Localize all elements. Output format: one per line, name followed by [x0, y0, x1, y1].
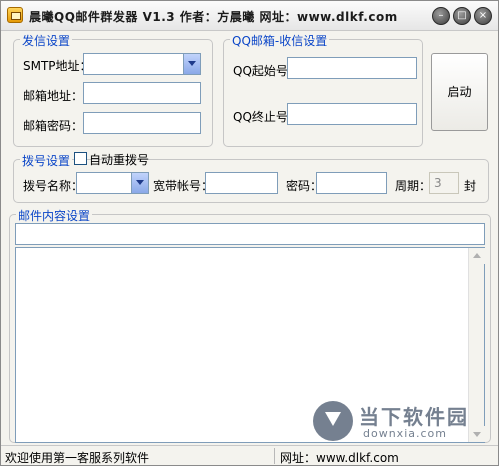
scroll-up-arrow-icon[interactable] [469, 248, 485, 264]
close-button[interactable]: × [474, 7, 492, 25]
watermark-url: downxia.com [363, 427, 447, 440]
email-password-field[interactable] [83, 112, 201, 134]
period-label: 周期： [395, 179, 432, 193]
title-bar[interactable]: 晨曦QQ邮件群发器 V1.3 作者：方晨曦 网址：www.dlkf.com – … [1, 1, 498, 31]
window-title: 晨曦QQ邮件群发器 V1.3 作者：方晨曦 网址：www.dlkf.com [29, 10, 398, 24]
qq-start-field[interactable] [287, 57, 417, 79]
watermark: 当下软件园 downxia.com [313, 399, 493, 445]
dial-name-label: 拨号名称： [23, 179, 84, 193]
smtp-label: SMTP地址： [23, 59, 92, 73]
period-field[interactable]: 3 [429, 172, 459, 194]
download-arrow-icon [313, 401, 353, 441]
auto-redial-checkbox[interactable] [74, 152, 87, 165]
send-settings-legend: 发信设置 [20, 32, 73, 49]
receive-settings-group: QQ邮箱-收信设置 [223, 32, 423, 147]
email-label: 邮箱地址： [23, 89, 84, 103]
receive-settings-legend: QQ邮箱-收信设置 [230, 32, 330, 49]
auto-redial-label[interactable]: 自动重拨号 [89, 151, 149, 168]
status-bar: 欢迎使用第一客服系列软件 网址：www.dlkf.com [1, 445, 498, 465]
minimize-button[interactable]: – [432, 7, 450, 25]
maximize-button[interactable]: □ [453, 7, 471, 25]
content-settings-legend: 邮件内容设置 [16, 207, 93, 224]
chevron-down-icon[interactable] [183, 54, 200, 74]
dial-settings-legend: 拨号设置 [20, 152, 73, 169]
broadband-label: 宽带帐号： [153, 179, 214, 193]
dial-name-select[interactable] [76, 172, 149, 194]
smtp-select[interactable] [83, 53, 201, 75]
main-window: 晨曦QQ邮件群发器 V1.3 作者：方晨曦 网址：www.dlkf.com – … [0, 0, 499, 466]
start-button[interactable]: 启动 [431, 53, 488, 131]
qq-end-field[interactable] [287, 103, 417, 125]
dial-password-field[interactable] [316, 172, 387, 194]
period-unit-label: 封 [464, 179, 477, 193]
app-mail-icon [7, 7, 23, 23]
status-website-text: 网址：www.dlkf.com [280, 451, 399, 465]
watermark-title: 当下软件园 [359, 405, 469, 429]
status-divider [274, 448, 275, 464]
mail-subject-field[interactable] [15, 223, 485, 245]
status-welcome-text: 欢迎使用第一客服系列软件 [5, 451, 150, 465]
email-password-label: 邮箱密码： [23, 119, 84, 133]
broadband-field[interactable] [205, 172, 278, 194]
email-field[interactable] [83, 82, 201, 104]
chevron-down-icon[interactable] [131, 173, 148, 193]
